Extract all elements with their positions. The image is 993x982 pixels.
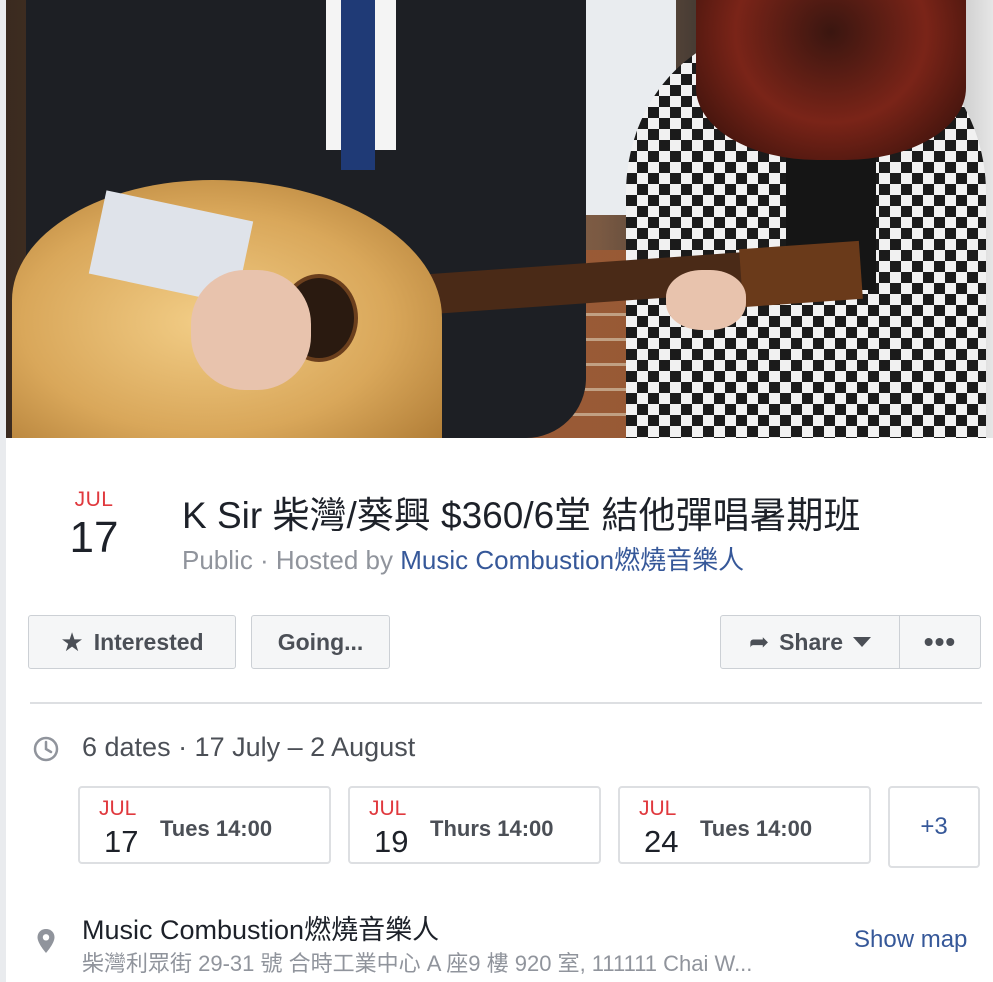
share-arrow-icon: ➦ <box>748 628 770 656</box>
event-date-badge: JUL 17 <box>64 488 124 562</box>
cover-photo-hair <box>696 0 966 160</box>
cover-photo-fretting-hand <box>666 270 746 330</box>
more-dots-icon: ••• <box>923 626 957 657</box>
going-button-label: Going... <box>277 628 364 655</box>
event-privacy-host-prefix: Public · Hosted by <box>182 545 401 575</box>
location-name[interactable]: Music Combustion燃燒音樂人 <box>82 908 439 947</box>
date-card[interactable]: JUL 19 Thurs 14:00 <box>348 786 601 864</box>
event-subtitle: Public · Hosted by Music Combustion燃燒音樂人 <box>182 540 744 577</box>
caret-down-icon <box>853 637 872 647</box>
date-card[interactable]: JUL 24 Tues 14:00 <box>618 786 871 864</box>
date-card-time: Thurs 14:00 <box>430 816 554 841</box>
location-address: 柴灣利眾街 29-31 號 合時工業中心 A 座9 樓 920 室, 11111… <box>82 951 753 976</box>
date-card-month: JUL <box>99 797 137 820</box>
date-card[interactable]: JUL 17 Tues 14:00 <box>78 786 331 864</box>
going-button[interactable]: Going... <box>251 615 390 669</box>
event-date-month: JUL <box>74 488 114 511</box>
clock-icon <box>33 736 59 762</box>
date-card-day: 24 <box>644 824 679 859</box>
cover-photo-guitar-head <box>739 240 863 308</box>
date-card-day: 19 <box>374 824 409 859</box>
section-divider <box>30 702 982 704</box>
date-card-time: Tues 14:00 <box>700 816 813 841</box>
share-button-label: Share <box>779 628 844 655</box>
more-options-button[interactable]: ••• <box>899 615 981 669</box>
star-icon: ★ <box>60 626 84 657</box>
interested-button[interactable]: ★ Interested <box>28 615 236 669</box>
event-title: K Sir 柴灣/葵興 $360/6堂 結他彈唱暑期班 <box>182 495 861 536</box>
event-cover-photo[interactable] <box>6 0 993 438</box>
interested-button-label: Interested <box>93 628 204 655</box>
map-pin-icon <box>37 929 55 953</box>
more-dates-button[interactable]: +3 <box>888 786 980 868</box>
cover-photo-tie <box>341 0 375 170</box>
event-date-day: 17 <box>69 513 119 562</box>
date-card-month: JUL <box>369 797 407 820</box>
event-host-link[interactable]: Music Combustion燃燒音樂人 <box>400 545 744 575</box>
date-card-month: JUL <box>639 797 677 820</box>
show-map-link[interactable]: Show map <box>854 926 967 954</box>
date-card-time: Tues 14:00 <box>160 816 273 841</box>
cover-photo-strumming-hand <box>191 270 311 390</box>
date-card-day: 17 <box>104 824 139 859</box>
schedule-summary: 6 dates · 17 July – 2 August <box>82 732 416 762</box>
share-button[interactable]: ➦ Share <box>720 615 900 669</box>
